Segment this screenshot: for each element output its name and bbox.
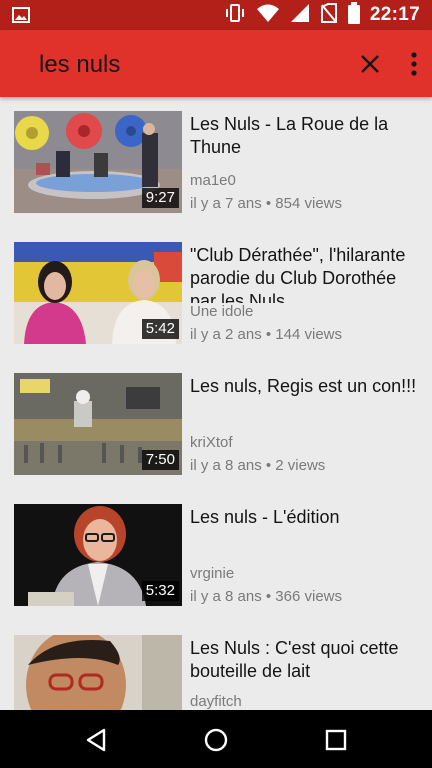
- video-title[interactable]: Les Nuls : C'est quoi cette bouteille de…: [190, 637, 422, 683]
- wifi-icon: [256, 3, 280, 28]
- search-query[interactable]: les nuls: [39, 51, 120, 79]
- video-thumbnail[interactable]: [14, 635, 182, 710]
- video-channel: kriXtof: [190, 434, 233, 451]
- no-sim-icon: [320, 2, 338, 28]
- home-icon[interactable]: [203, 727, 229, 753]
- video-thumbnail[interactable]: 5:42: [14, 242, 182, 344]
- video-list-item[interactable]: Les Nuls : C'est quoi cette bouteille de…: [0, 621, 432, 710]
- battery-icon: [347, 1, 360, 29]
- video-thumbnail[interactable]: 9:27: [14, 111, 182, 213]
- video-meta: il y a 7 ans • 854 views: [190, 195, 342, 212]
- results-list: 9:27 Les Nuls - La Roue de la Thune ma1e…: [0, 97, 432, 710]
- close-icon[interactable]: [356, 50, 384, 78]
- video-duration: 5:42: [141, 319, 179, 339]
- status-bar: 22:17: [0, 0, 432, 30]
- recents-icon[interactable]: [323, 727, 349, 753]
- status-time: 22:17: [369, 4, 420, 25]
- image-icon: [12, 7, 30, 28]
- video-channel: dayfitch: [190, 693, 242, 710]
- signal-icon: [290, 3, 310, 28]
- video-list-item[interactable]: 5:42 "Club Dérathée", l'hilarante parodi…: [0, 228, 432, 359]
- video-thumbnail[interactable]: 5:32: [14, 504, 182, 606]
- video-channel: Une idole: [190, 303, 422, 320]
- video-list-item[interactable]: 5:32 Les nuls - L'édition vrginie il y a…: [0, 490, 432, 621]
- video-title[interactable]: Les nuls, Regis est un con!!!: [190, 375, 422, 398]
- video-list-item[interactable]: 9:27 Les Nuls - La Roue de la Thune ma1e…: [0, 97, 432, 228]
- video-duration: 7:50: [141, 450, 179, 470]
- video-thumbnail[interactable]: 7:50: [14, 373, 182, 475]
- video-title[interactable]: Les nuls - L'édition: [190, 506, 422, 529]
- video-channel: vrginie: [190, 565, 235, 582]
- more-vert-icon[interactable]: [406, 50, 422, 78]
- video-meta: il y a 2 ans • 144 views: [190, 326, 342, 343]
- back-icon[interactable]: [84, 727, 110, 753]
- thumbnail-image: [14, 635, 182, 710]
- video-channel: ma1e0: [190, 172, 236, 189]
- search-toolbar: les nuls: [0, 30, 432, 97]
- vibrate-icon: [224, 3, 246, 28]
- navigation-bar: [0, 710, 432, 768]
- video-duration: 9:27: [141, 188, 179, 208]
- video-duration: 5:32: [141, 581, 179, 601]
- video-title[interactable]: Les Nuls - La Roue de la Thune: [190, 113, 422, 159]
- video-meta: il y a 8 ans • 366 views: [190, 588, 342, 605]
- video-meta: il y a 8 ans • 2 views: [190, 457, 326, 474]
- video-list-item[interactable]: 7:50 Les nuls, Regis est un con!!! kriXt…: [0, 359, 432, 490]
